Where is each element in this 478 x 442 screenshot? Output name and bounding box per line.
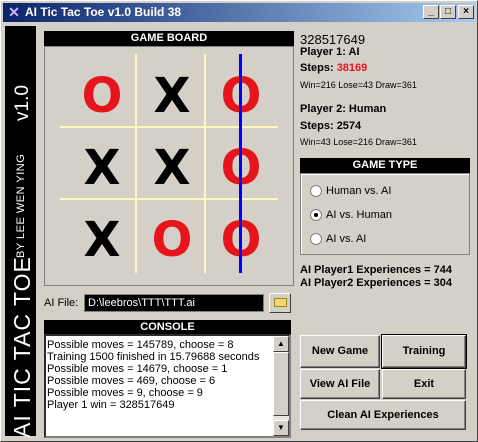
player2-label: Player 2: Human (300, 103, 387, 115)
radio-button[interactable] (310, 233, 322, 245)
app-icon: ✕ (8, 4, 20, 20)
minimize-button[interactable]: _ (423, 5, 439, 19)
radio-button[interactable] (310, 209, 322, 221)
total-games-count: 328517649 (300, 32, 366, 47)
console-line: Possible moves = 145789, choose = 8 (47, 339, 234, 351)
training-button[interactable]: Training (381, 334, 467, 369)
console-line: Player 1 win = 328517649 (47, 399, 175, 411)
close-button[interactable]: × (458, 5, 474, 19)
ai-file-path-field[interactable]: D:\leebros\TTT\TTT.ai (84, 294, 264, 312)
exit-button[interactable]: Exit (382, 369, 466, 399)
game-board-title: GAME BOARD (44, 31, 294, 46)
console-title: CONSOLE (44, 320, 291, 334)
side-banner: v1.0 BY LEE WEN YING AI TIC TAC TOE (5, 26, 36, 438)
browse-ai-file-button[interactable] (269, 293, 291, 313)
banner-app-name: AI TIC TAC TOE (9, 256, 35, 438)
console-line: Possible moves = 14679, choose = 1 (47, 363, 228, 375)
board-cell-r3c1[interactable]: X (67, 205, 137, 275)
radio-button[interactable] (310, 185, 322, 197)
view-ai-file-button[interactable]: View AI File (300, 369, 380, 399)
clean-ai-experiences-button[interactable]: Clean AI Experiences (300, 400, 466, 430)
player1-steps-label: Steps: (300, 62, 334, 74)
board-cell-r2c1[interactable]: X (67, 133, 137, 203)
player1-steps: Steps: 38169 (300, 62, 367, 74)
new-game-button[interactable]: New Game (300, 335, 380, 368)
player2-steps-label: Steps: (300, 120, 334, 132)
player2-steps-value: 2574 (336, 120, 362, 132)
game-board: OXOXXOXOO (44, 46, 294, 286)
radio-label: AI vs. Human (326, 209, 393, 221)
ai-file-label: AI File: (44, 297, 79, 309)
player1-record: Win=216 Lose=43 Draw=361 (300, 80, 417, 90)
ai-player1-experiences: AI Player1 Experiences = 744 (300, 264, 452, 276)
console-line: Possible moves = 469, choose = 6 (47, 375, 216, 387)
maximize-button[interactable]: □ (440, 5, 456, 19)
player1-label: Player 1: AI (300, 46, 360, 58)
player2-record: Win=43 Lose=216 Draw=361 (300, 137, 417, 147)
board-cell-r1c2[interactable]: X (137, 61, 207, 131)
folder-icon (273, 298, 287, 307)
winning-line (239, 54, 242, 273)
title-bar[interactable]: ✕ AI Tic Tac Toe v1.0 Build 38 _ □ × (3, 3, 475, 22)
console-log[interactable]: Possible moves = 145789, choose = 8 Trai… (44, 334, 291, 438)
scroll-down-icon[interactable]: ▼ (273, 420, 289, 436)
window-title: AI Tic Tac Toe v1.0 Build 38 (25, 5, 182, 19)
radio-label: AI vs. AI (326, 233, 367, 245)
app-window: ✕ AI Tic Tac Toe v1.0 Build 38 _ □ × v1.… (0, 0, 478, 442)
radio-label: Human vs. AI (326, 185, 392, 197)
board-cell-r1c1[interactable]: O (67, 61, 137, 131)
game-type-title: GAME TYPE (300, 158, 470, 173)
console-line: Possible moves = 9, choose = 9 (47, 387, 203, 399)
banner-author: BY LEE WEN YING (15, 153, 27, 258)
player1-steps-value: 38169 (336, 62, 368, 74)
player2-steps: Steps: 2574 (300, 120, 361, 132)
banner-version: v1.0 (12, 85, 33, 121)
game-type-group: Human vs. AI AI vs. Human AI vs. AI (300, 173, 470, 255)
scroll-thumb[interactable] (273, 352, 289, 416)
board-cell-r2c2[interactable]: X (137, 133, 207, 203)
console-line: Training 1500 finished in 15.79688 secon… (47, 351, 260, 363)
console-scrollbar[interactable]: ▲ ▼ (273, 336, 289, 436)
board-cell-r3c2[interactable]: O (137, 205, 207, 275)
scroll-up-icon[interactable]: ▲ (273, 336, 289, 352)
ai-player2-experiences: AI Player2 Experiences = 304 (300, 277, 452, 289)
